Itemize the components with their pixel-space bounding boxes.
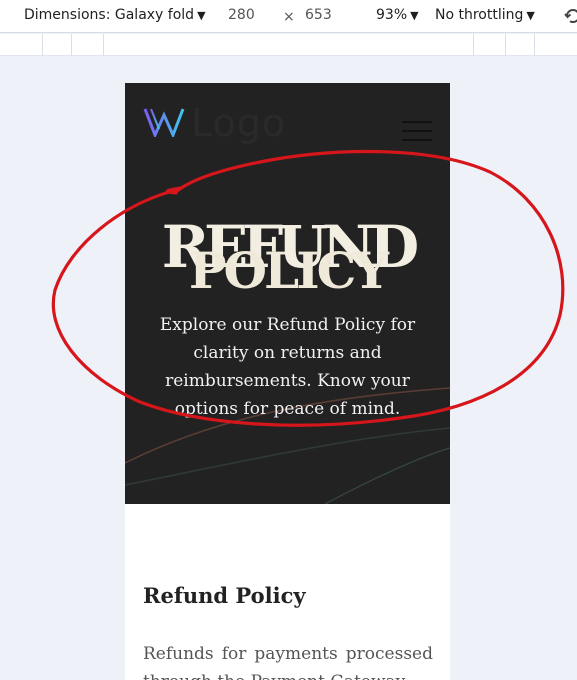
height-input[interactable]: 653 [305,7,332,23]
hero-section: Logo REFUND POLICY Explore our Refund Po… [125,83,450,504]
zoom-select[interactable]: 93% ▼ [376,7,419,23]
hamburger-menu-button[interactable] [402,121,432,143]
times-icon: × [283,9,295,25]
throttling-value: No throttling [435,7,524,23]
section-title: Refund Policy [143,583,306,608]
device-label: Dimensions: Galaxy fold [24,7,195,23]
logo-w-icon [143,108,185,137]
logo-text: Logo [191,101,287,145]
section-body: Refunds for payments processed through t… [143,644,433,680]
zoom-value: 93% [376,7,408,23]
throttling-select[interactable]: No throttling ▼ [435,7,535,23]
chevron-down-icon: ▼ [197,9,206,22]
rotate-icon[interactable] [563,6,577,26]
hero-title-line-2: POLICY [188,241,389,300]
chevron-down-icon: ▼ [410,9,419,22]
devtools-toolbar: Dimensions: Galaxy fold ▼ 280 × 653 93% ▼ … [0,0,577,33]
device-viewport: Logo REFUND POLICY Explore our Refund Po… [125,83,450,680]
hero-description: Explore our Refund Policy for clarity on… [159,315,416,419]
hero-title: REFUND POLICY [125,213,450,300]
width-input[interactable]: 280 [228,7,255,23]
device-select[interactable]: Dimensions: Galaxy fold ▼ [24,7,206,23]
media-query-ruler[interactable] [0,34,577,56]
chevron-down-icon: ▼ [526,9,535,22]
